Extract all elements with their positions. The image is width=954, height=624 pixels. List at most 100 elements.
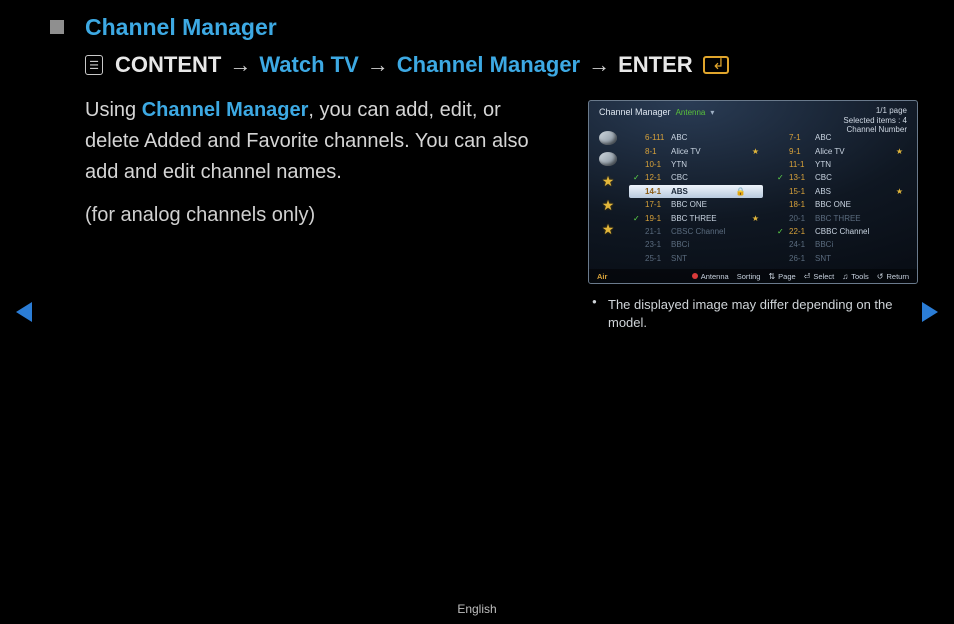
channel-row: ✓14-1ABS🔒★ (629, 185, 763, 198)
channel-number: 20-1 (789, 214, 811, 223)
tools-icon: ♫ (842, 272, 848, 281)
enter-small-icon: ⏎ (804, 272, 811, 281)
channel-number: 22-1 (789, 227, 811, 236)
channel-row: ✓25-1SNT🔒★ (629, 252, 763, 265)
arrow-icon: → (588, 52, 610, 78)
arrow-icon: → (229, 52, 251, 78)
channel-name: BBC ONE (671, 200, 732, 209)
footer-select: Select (813, 272, 834, 281)
channel-row: ✓19-1BBC THREE🔒★ (629, 211, 763, 224)
channel-name: YTN (671, 160, 732, 169)
channel-name: CBC (671, 173, 732, 182)
channel-number: 12-1 (645, 173, 667, 182)
channel-number: 21-1 (645, 227, 667, 236)
footer-tools: Tools (851, 272, 869, 281)
star-icon: ★ (752, 214, 759, 223)
channel-manager-screenshot: Channel Manager Antenna ▾ 1/1 page Selec… (588, 100, 918, 284)
channel-row: ✓22-1CBBC Channel🔒★ (773, 225, 907, 238)
channel-row: ✓10-1YTN🔒★ (629, 158, 763, 171)
shot-title: Channel Manager (599, 107, 671, 117)
channel-row: ✓18-1BBC ONE🔒★ (773, 198, 907, 211)
channel-number: 8-1 (645, 147, 667, 156)
channel-column-left: ✓6-111ABC🔒★✓8-1Alice TV🔒★✓10-1YTN🔒★✓12-1… (629, 131, 763, 265)
star-icon: ★ (602, 173, 615, 190)
footer-return: Return (886, 272, 909, 281)
footer-antenna: Antenna (701, 272, 729, 281)
channel-number: 14-1 (645, 187, 667, 196)
channel-row: ✓7-1ABC🔒★ (773, 131, 907, 144)
footer-sorting: Sorting (737, 272, 761, 281)
page-title: Channel Manager (85, 14, 277, 41)
return-icon: ↺ (877, 272, 884, 281)
channel-number: 26-1 (789, 254, 811, 263)
shot-selected-count: Selected items : 4 (843, 116, 907, 125)
channel-name: BBC ONE (815, 200, 876, 209)
body-paragraph: Using Channel Manager, you can add, edit… (85, 95, 535, 188)
channel-name: CBBC Channel (815, 227, 876, 236)
shot-footer: Air Antenna Sorting ⇅Page ⏎Select ♫Tools… (589, 269, 917, 283)
channel-name: Alice TV (815, 147, 876, 156)
channel-row: ✓12-1CBC🔒★ (629, 171, 763, 184)
channel-number: 17-1 (645, 200, 667, 209)
channel-number: 23-1 (645, 240, 667, 249)
channel-name: ABS (815, 187, 876, 196)
channel-number: 15-1 (789, 187, 811, 196)
channel-name: CBC (815, 173, 876, 182)
footer-air: Air (597, 272, 607, 281)
shot-side-icons: ★ ★ ★ (595, 131, 621, 238)
next-page-button[interactable] (922, 302, 938, 322)
screenshot-caption: The displayed image may differ depending… (588, 296, 918, 331)
channel-row: ✓15-1ABS🔒★ (773, 185, 907, 198)
channel-name: SNT (815, 254, 876, 263)
star-icon: ★ (896, 147, 903, 156)
channel-number: 9-1 (789, 147, 811, 156)
star-icon: ★ (602, 197, 615, 214)
channel-name: ABC (815, 133, 876, 142)
star-icon: ★ (602, 221, 615, 238)
channel-row: ✓6-111ABC🔒★ (629, 131, 763, 144)
channel-row: ✓24-1BBCi🔒★ (773, 238, 907, 251)
channel-name: SNT (671, 254, 732, 263)
channel-row: ✓17-1BBC ONE🔒★ (629, 198, 763, 211)
dish-icon (599, 131, 617, 145)
dish-icon (599, 152, 617, 166)
enter-icon (703, 56, 729, 74)
lock-icon: 🔒 (736, 187, 746, 196)
channel-number: 13-1 (789, 173, 811, 182)
channel-number: 7-1 (789, 133, 811, 142)
arrow-icon: → (367, 52, 389, 78)
channel-number: 10-1 (645, 160, 667, 169)
star-icon: ★ (752, 147, 759, 156)
channel-row: ✓9-1Alice TV🔒★ (773, 144, 907, 157)
check-icon: ✓ (633, 173, 641, 182)
channel-name: ABC (671, 133, 732, 142)
star-icon: ★ (896, 187, 903, 196)
channel-number: 11-1 (789, 160, 811, 169)
channel-name: CBSC Channel (671, 227, 732, 236)
red-dot-icon (692, 273, 698, 279)
body-pre: Using (85, 99, 142, 121)
menu-icon: ☰ (85, 55, 103, 75)
footer-page: Page (778, 272, 796, 281)
breadcrumb-enter: ENTER (618, 52, 693, 78)
channel-number: 18-1 (789, 200, 811, 209)
shot-page-indicator: 1/1 page (843, 106, 907, 115)
updown-icon: ⇅ (768, 272, 775, 281)
footer-language: English (0, 602, 954, 616)
channel-row: ✓11-1YTN🔒★ (773, 158, 907, 171)
shot-dropdown-icon: ▾ (710, 108, 714, 117)
shot-antenna-header: Antenna (676, 108, 706, 117)
check-icon: ✓ (777, 227, 785, 236)
channel-name: Alice TV (671, 147, 732, 156)
breadcrumb-watch-tv: Watch TV (259, 52, 358, 78)
breadcrumb-content: CONTENT (115, 52, 221, 78)
channel-name: BBCi (671, 240, 732, 249)
prev-page-button[interactable] (16, 302, 32, 322)
channel-number: 25-1 (645, 254, 667, 263)
channel-row: ✓8-1Alice TV🔒★ (629, 144, 763, 157)
channel-number: 24-1 (789, 240, 811, 249)
channel-name: BBCi (815, 240, 876, 249)
breadcrumb-channel-manager: Channel Manager (397, 52, 580, 78)
check-icon: ✓ (633, 214, 641, 223)
channel-name: YTN (815, 160, 876, 169)
